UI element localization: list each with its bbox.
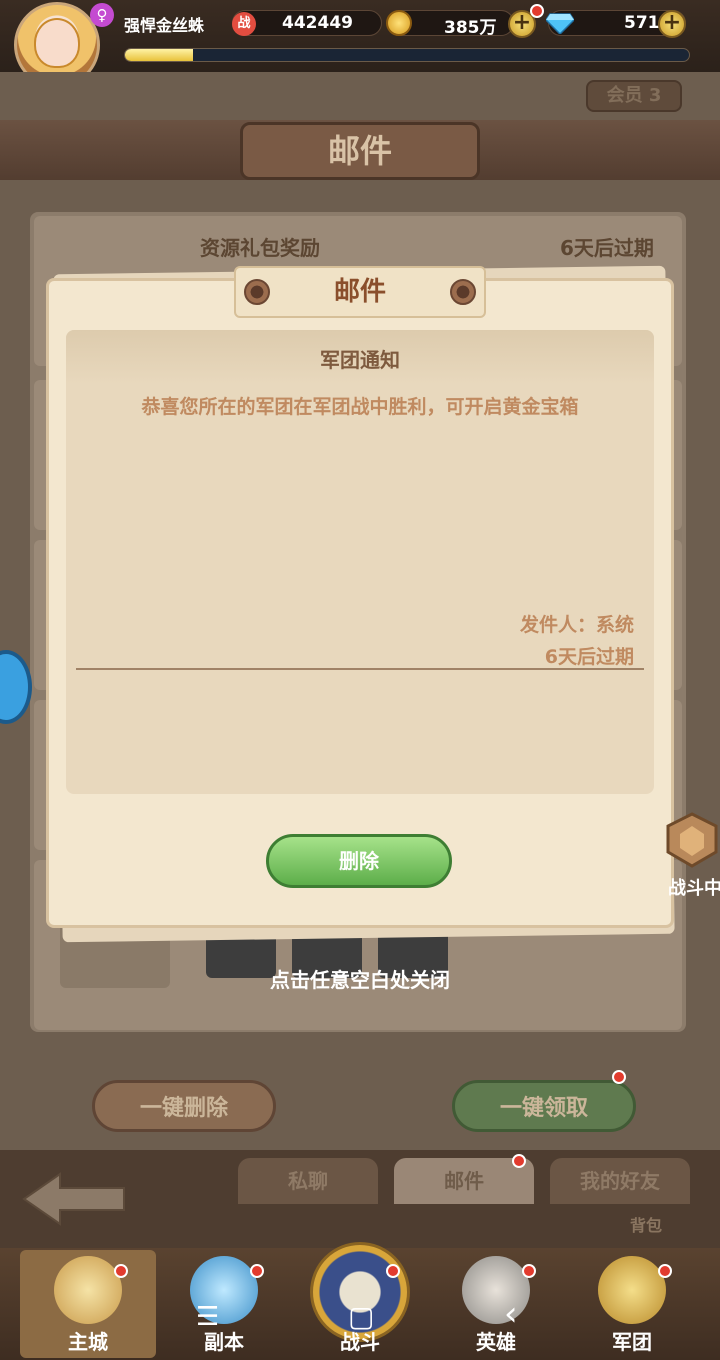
mail-sender: 发件人：系统 bbox=[519, 614, 634, 636]
notification-dot bbox=[512, 1154, 526, 1168]
rivet-icon bbox=[450, 279, 476, 305]
mail-item-expiry: 6天后过期 bbox=[560, 236, 654, 260]
menu-icon[interactable]: ☰ bbox=[196, 1302, 219, 1332]
avatar-face bbox=[34, 18, 80, 68]
battle-power-value: 442449 bbox=[282, 13, 353, 33]
delete-all-button[interactable]: 一键删除 bbox=[92, 1080, 276, 1132]
legion-banner-icon bbox=[598, 1256, 666, 1324]
page-title: 邮件 bbox=[240, 122, 480, 180]
nav-main-city[interactable]: 主城 bbox=[20, 1248, 156, 1360]
gold-value: 385万 bbox=[444, 18, 497, 38]
knight-helmet-icon bbox=[462, 1256, 530, 1324]
gem-value: 571 bbox=[624, 13, 660, 33]
diamond-icon bbox=[545, 12, 575, 36]
xp-bar bbox=[124, 48, 690, 62]
home-icon[interactable]: ▢ bbox=[348, 1300, 374, 1333]
nav-label: 副本 bbox=[204, 1330, 244, 1354]
mail-item-title: 资源礼包奖励 bbox=[200, 236, 320, 260]
mail-body: 恭喜您所在的军团在军团战中胜利，可开启黄金宝箱 bbox=[141, 396, 579, 418]
back-arrow-icon[interactable] bbox=[20, 1170, 128, 1228]
xp-bar-fill bbox=[125, 49, 193, 61]
notification-dot bbox=[114, 1264, 128, 1278]
rivet-icon bbox=[244, 279, 270, 305]
notification-dot bbox=[658, 1264, 672, 1278]
nav-heroes[interactable]: 英雄 bbox=[428, 1248, 564, 1360]
vip-badge[interactable]: 会员 3 bbox=[586, 80, 682, 112]
collect-all-button[interactable]: 一键领取 bbox=[452, 1080, 636, 1132]
bag-label[interactable]: 背包 bbox=[630, 1212, 662, 1236]
player-name: 强悍金丝蛛 bbox=[124, 16, 205, 35]
female-icon: ♀ bbox=[90, 3, 114, 27]
close-hint: 点击任意空白处关闭 bbox=[270, 968, 450, 992]
tab-my-friends[interactable]: 我的好友 bbox=[550, 1158, 690, 1204]
crest-icon bbox=[666, 812, 718, 868]
notification-dot bbox=[250, 1264, 264, 1278]
mail-subject: 军团通知 bbox=[320, 348, 400, 372]
notification-dot bbox=[522, 1264, 536, 1278]
add-gem-button[interactable]: + bbox=[658, 10, 686, 38]
gold-coin-icon bbox=[386, 10, 412, 36]
divider bbox=[76, 668, 644, 670]
nav-dungeon[interactable]: 副本 bbox=[156, 1248, 292, 1360]
notification-dot bbox=[612, 1070, 626, 1084]
back-icon[interactable]: ‹ bbox=[504, 1294, 518, 1334]
nav-legion[interactable]: 军团 bbox=[564, 1248, 700, 1360]
battle-side-button[interactable] bbox=[664, 812, 720, 872]
tab-private-chat[interactable]: 私聊 bbox=[238, 1158, 378, 1204]
mail-expiry: 6天后过期 bbox=[544, 646, 634, 668]
nav-label: 主城 bbox=[68, 1330, 108, 1354]
battle-side-label: 战斗中 bbox=[668, 878, 720, 899]
dialog-title: 邮件 bbox=[234, 266, 486, 318]
nav-label: 军团 bbox=[612, 1330, 652, 1354]
battle-power-icon: 战 bbox=[232, 12, 256, 36]
notification-dot bbox=[386, 1264, 400, 1278]
delete-button[interactable]: 删除 bbox=[266, 834, 452, 888]
castle-icon bbox=[54, 1256, 122, 1324]
nav-label: 英雄 bbox=[476, 1330, 516, 1354]
notification-dot bbox=[530, 4, 544, 18]
